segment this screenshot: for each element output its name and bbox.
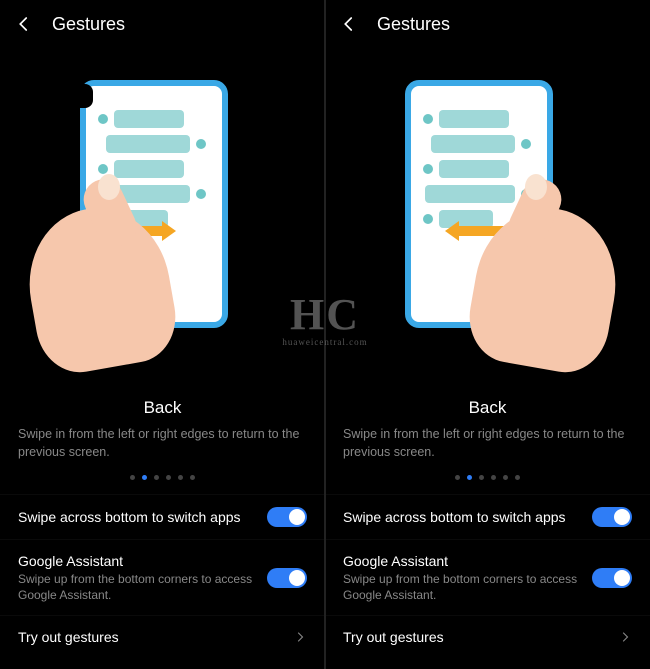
pager-dot	[166, 475, 171, 480]
setting-google-assistant[interactable]: Google Assistant Swipe up from the botto…	[325, 539, 650, 615]
setting-google-assistant[interactable]: Google Assistant Swipe up from the botto…	[0, 539, 325, 615]
gestures-screen-left: Gestures Back Swipe in from the left or …	[0, 0, 325, 669]
pager-dot	[178, 475, 183, 480]
setting-swipe-bottom[interactable]: Swipe across bottom to switch apps	[0, 494, 325, 539]
page-title: Gestures	[377, 14, 450, 35]
page-title: Gestures	[52, 14, 125, 35]
gesture-illustration	[325, 48, 650, 328]
setting-description: Swipe up from the bottom corners to acce…	[343, 572, 582, 603]
gesture-title: Back	[325, 398, 650, 418]
back-icon[interactable]	[14, 14, 34, 34]
toggle-switch[interactable]	[592, 568, 632, 588]
pager-dot	[491, 475, 496, 480]
pager-dot	[455, 475, 460, 480]
setting-label: Swipe across bottom to switch apps	[343, 508, 582, 526]
pager-dot	[479, 475, 484, 480]
gesture-illustration	[0, 48, 325, 328]
pager-dot-active	[467, 475, 472, 480]
settings-list: Swipe across bottom to switch apps Googl…	[325, 494, 650, 659]
pane-divider	[324, 0, 326, 669]
back-icon[interactable]	[339, 14, 359, 34]
pager-dot-active	[142, 475, 147, 480]
setting-label: Google Assistant	[18, 552, 257, 570]
toggle-switch[interactable]	[267, 507, 307, 527]
setting-swipe-bottom[interactable]: Swipe across bottom to switch apps	[325, 494, 650, 539]
phone-notch	[73, 84, 93, 108]
setting-label: Try out gestures	[18, 628, 283, 646]
toggle-switch[interactable]	[592, 507, 632, 527]
setting-label: Google Assistant	[343, 552, 582, 570]
gesture-description: Swipe in from the left or right edges to…	[325, 418, 650, 461]
setting-label: Try out gestures	[343, 628, 608, 646]
page-indicator	[325, 475, 650, 480]
chevron-right-icon	[618, 630, 632, 644]
setting-try-out-gestures[interactable]: Try out gestures	[325, 615, 650, 658]
gesture-title: Back	[0, 398, 325, 418]
header: Gestures	[325, 0, 650, 48]
hand-icon	[20, 138, 220, 368]
settings-list: Swipe across bottom to switch apps Googl…	[0, 494, 325, 659]
pager-dot	[190, 475, 195, 480]
hand-icon	[425, 138, 625, 368]
toggle-switch[interactable]	[267, 568, 307, 588]
gesture-description: Swipe in from the left or right edges to…	[0, 418, 325, 461]
chevron-right-icon	[293, 630, 307, 644]
page-indicator	[0, 475, 325, 480]
setting-description: Swipe up from the bottom corners to acce…	[18, 572, 257, 603]
setting-label: Swipe across bottom to switch apps	[18, 508, 257, 526]
gestures-screen-right: Gestures Back Swipe in from the left or …	[325, 0, 650, 669]
pager-dot	[130, 475, 135, 480]
pager-dot	[515, 475, 520, 480]
header: Gestures	[0, 0, 325, 48]
pager-dot	[503, 475, 508, 480]
setting-try-out-gestures[interactable]: Try out gestures	[0, 615, 325, 658]
pager-dot	[154, 475, 159, 480]
